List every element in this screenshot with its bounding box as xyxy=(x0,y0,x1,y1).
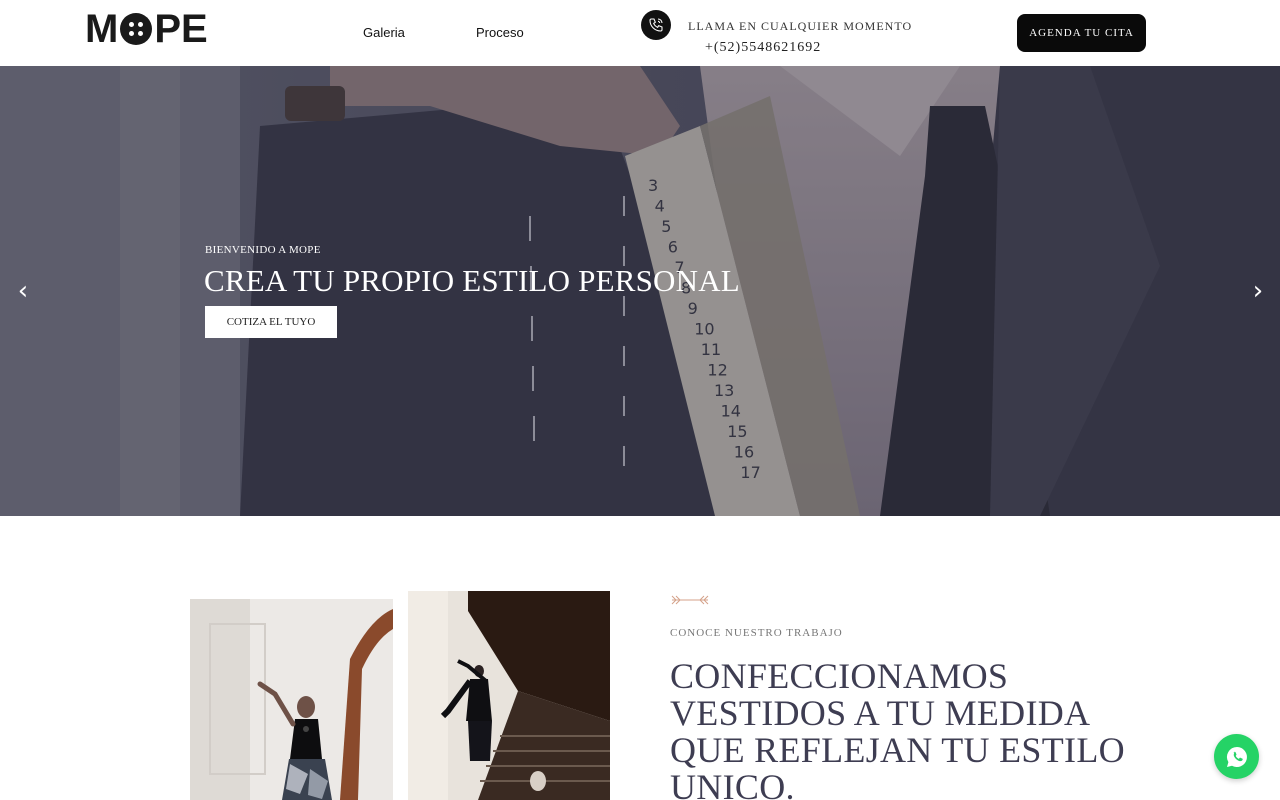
about-title: CONFECCIONAMOS VESTIDOS A TU MEDIDA QUE … xyxy=(670,656,1125,800)
hero-eyebrow: BIENVENIDO A MOPE xyxy=(205,244,321,256)
site-header: M PE Galeria Proceso LLAMA EN CUALQUIER … xyxy=(0,0,1280,66)
nav-galeria[interactable]: Galeria xyxy=(363,25,405,40)
next-slide-icon[interactable]: › xyxy=(1246,276,1270,306)
agenda-cita-button[interactable]: AGENDA TU CITA xyxy=(1017,14,1146,52)
hero-title: CREA TU PROPIO ESTILO PERSONAL xyxy=(204,263,740,298)
hero-slider: 3 4 5 6 7 8 9 10 11 12 13 14 15 16 17 ‹ › BIENVENIDO A… xyxy=(0,66,1280,516)
whatsapp-chat-button[interactable] xyxy=(1214,734,1259,779)
cotiza-button[interactable]: COTIZA EL TUYO xyxy=(205,306,337,338)
mope-logo[interactable]: M PE xyxy=(85,7,208,51)
about-eyebrow: CONOCE NUESTRO TRABAJO xyxy=(670,627,843,639)
logo-letter-m: M xyxy=(85,6,119,51)
phone-number[interactable]: +(52)5548621692 xyxy=(705,40,821,56)
gallery-photo-woman-stairs xyxy=(408,591,610,800)
whatsapp-icon xyxy=(1226,746,1247,767)
nav-proceso[interactable]: Proceso xyxy=(476,25,524,40)
prev-slide-icon[interactable]: ‹ xyxy=(11,276,35,306)
logo-letters-pe: PE xyxy=(154,6,208,51)
arrow-ornament-icon xyxy=(671,595,709,605)
button-logo-icon xyxy=(120,13,153,45)
call-anytime-label: LLAMA EN CUALQUIER MOMENTO xyxy=(688,19,913,33)
phone-icon[interactable] xyxy=(641,10,671,40)
gallery-photo-woman-wall xyxy=(190,599,393,800)
